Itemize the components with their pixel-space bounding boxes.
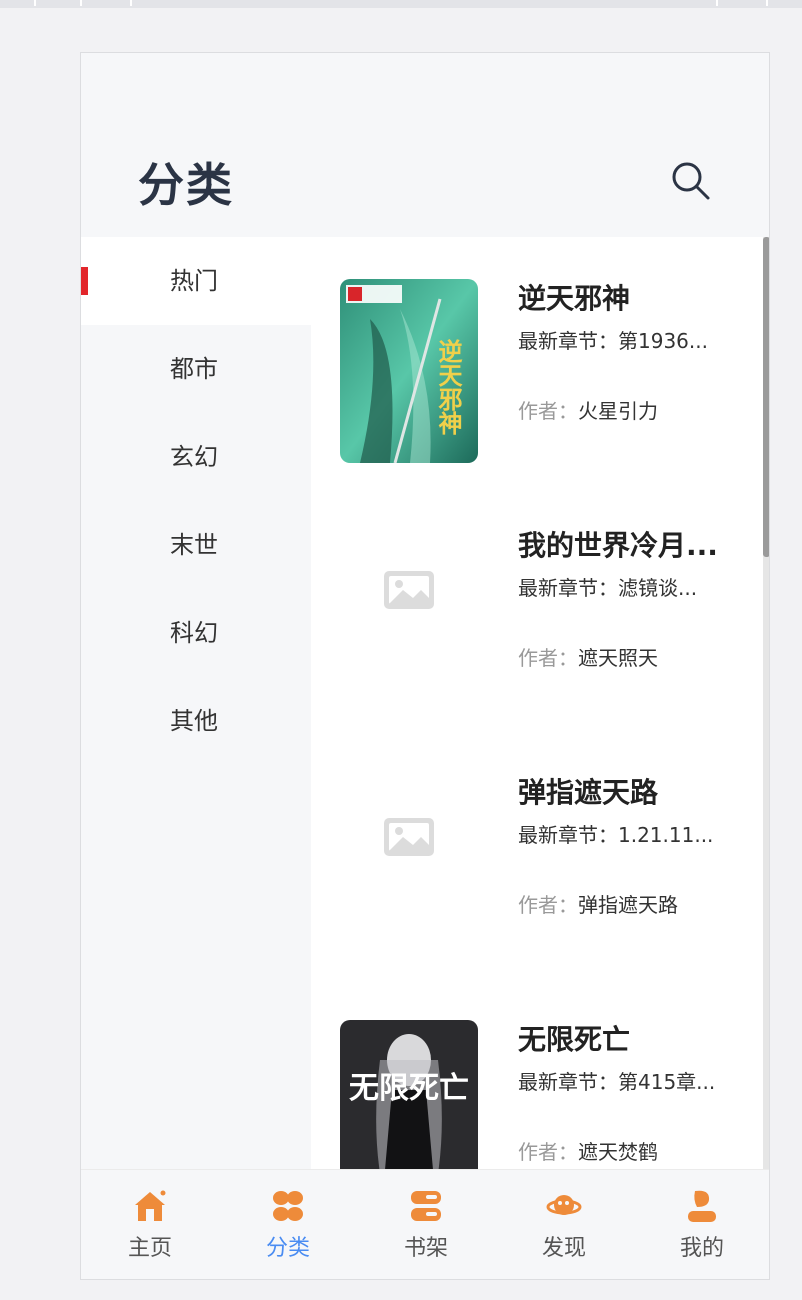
category-item-urban[interactable]: 都市	[81, 325, 311, 413]
book-item[interactable]: 无限死亡 无限死亡 最新章节：第415章... 作者：遮天焚鹤	[311, 978, 769, 1169]
tab-label: 我的	[679, 1236, 724, 1261]
tab-label: 分类	[265, 1236, 310, 1261]
book-latest-chapter: 最新章节：第1936...	[518, 329, 708, 353]
image-placeholder-icon	[383, 570, 435, 610]
category-item-hot[interactable]: 热门	[81, 237, 311, 325]
category-label: 玄幻	[170, 443, 218, 471]
book-title: 逆天邪神	[518, 282, 631, 315]
book-cover: 无限死亡	[340, 1020, 478, 1169]
tab-discover[interactable]: 发现	[495, 1170, 633, 1279]
book-title: 无限死亡	[518, 1023, 631, 1056]
cover-title-text: 无限死亡	[349, 1071, 469, 1106]
search-button[interactable]	[669, 159, 713, 203]
book-author: 作者：弹指遮天路	[518, 889, 678, 918]
category-item-fantasy[interactable]: 玄幻	[81, 413, 311, 501]
category-icon	[273, 1191, 303, 1221]
book-item[interactable]: 逆天邪神 逆天邪神 最新章节：第1936... 作者：火星引力	[311, 237, 769, 463]
category-item-other[interactable]: 其他	[81, 677, 311, 765]
book-latest-chapter: 最新章节：滤镜谈...	[518, 576, 698, 600]
category-item-apocalypse[interactable]: 末世	[81, 501, 311, 589]
cover-title-text: 逆天邪神	[434, 338, 463, 435]
image-placeholder-icon	[383, 817, 435, 857]
author-label: 作者：	[518, 1140, 578, 1164]
author-name: 遮天焚鹤	[578, 1140, 658, 1164]
category-label: 末世	[170, 531, 218, 559]
page-title: 分类	[138, 158, 234, 212]
tab-label: 主页	[127, 1236, 172, 1261]
book-list: 逆天邪神 逆天邪神 最新章节：第1936... 作者：火星引力 我的世界冷月..…	[311, 237, 769, 1169]
category-sidebar: 热门 都市 玄幻 末世 科幻 其他	[81, 237, 311, 1169]
book-item[interactable]: 我的世界冷月... 最新章节：滤镜谈... 作者：遮天照天	[311, 484, 769, 684]
tab-label: 书架	[403, 1236, 448, 1261]
active-category-marker	[81, 267, 88, 295]
author-name: 遮天照天	[578, 646, 658, 670]
book-author: 作者：遮天焚鹤	[518, 1136, 658, 1165]
book-item[interactable]: 弹指遮天路 最新章节：1.21.11... 作者：弹指遮天路	[311, 731, 769, 931]
bookshelf-icon	[411, 1191, 441, 1221]
author-label: 作者：	[518, 399, 578, 423]
category-label: 都市	[170, 355, 218, 383]
tab-category[interactable]: 分类	[219, 1170, 357, 1279]
author-label: 作者：	[518, 893, 578, 917]
book-latest-chapter: 最新章节：1.21.11...	[518, 823, 714, 847]
book-cover: 逆天邪神	[340, 279, 478, 463]
bottom-tab-bar: 主页 分类 书架 发现 我的	[81, 1169, 769, 1279]
category-label: 科幻	[170, 619, 218, 647]
tab-home[interactable]: 主页	[81, 1170, 219, 1279]
scroll-thumb[interactable]	[763, 237, 769, 557]
header: 分类	[81, 53, 769, 237]
app-screen: 分类 热门 都市 玄幻 末世 科幻 其他 逆天邪神 逆天邪神 最新章节：第193…	[80, 52, 770, 1280]
author-name: 弹指遮天路	[578, 893, 678, 917]
tab-bookshelf[interactable]: 书架	[357, 1170, 495, 1279]
scrollbar[interactable]	[763, 237, 769, 1169]
book-title: 我的世界冷月...	[518, 529, 718, 562]
tab-label: 发现	[541, 1236, 586, 1261]
book-title: 弹指遮天路	[518, 776, 659, 809]
search-icon	[672, 162, 710, 200]
author-name: 火星引力	[578, 399, 658, 423]
book-author: 作者：遮天照天	[518, 642, 658, 671]
category-label: 热门	[170, 267, 218, 295]
author-label: 作者：	[518, 646, 578, 670]
profile-icon	[688, 1190, 716, 1222]
category-item-scifi[interactable]: 科幻	[81, 589, 311, 677]
tab-profile[interactable]: 我的	[633, 1170, 769, 1279]
home-icon	[135, 1190, 166, 1221]
category-label: 其他	[170, 707, 218, 735]
browser-top-strip	[0, 0, 802, 8]
book-author: 作者：火星引力	[518, 395, 658, 424]
book-latest-chapter: 最新章节：第415章...	[518, 1070, 716, 1094]
discover-icon	[546, 1195, 582, 1215]
